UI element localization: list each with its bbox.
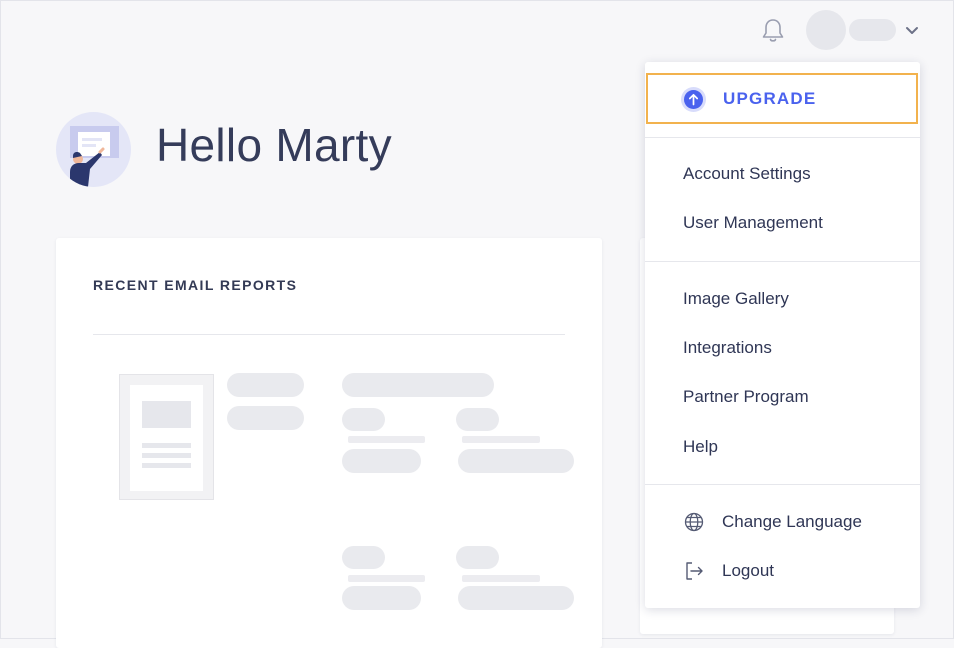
skeleton-bar — [342, 546, 385, 569]
menu-divider — [645, 137, 920, 138]
menu-item-user-management[interactable]: User Management — [683, 213, 823, 233]
arrow-up-circle-icon — [681, 87, 706, 112]
skeleton-bar — [458, 449, 574, 473]
menu-divider — [645, 261, 920, 262]
menu-divider — [645, 484, 920, 485]
skeleton-bar — [342, 449, 421, 473]
recent-email-reports-card: RECENT EMAIL REPORTS — [56, 238, 602, 648]
menu-item-integrations[interactable]: Integrations — [683, 338, 772, 358]
skeleton-bar — [456, 408, 499, 431]
skeleton-bar — [227, 406, 304, 430]
page-title: Hello Marty — [156, 119, 392, 171]
account-dropdown-menu: UPGRADE Account Settings User Management… — [645, 62, 920, 608]
menu-item-partner-program[interactable]: Partner Program — [683, 387, 809, 407]
skeleton-bar — [342, 408, 385, 431]
skeleton-line — [462, 436, 540, 443]
divider — [93, 334, 565, 335]
skeleton-bar — [227, 373, 304, 397]
skeleton-line — [348, 575, 425, 582]
skeleton-bar — [456, 546, 499, 569]
menu-item-change-language[interactable]: Change Language — [722, 512, 862, 532]
upgrade-label: UPGRADE — [723, 89, 817, 108]
user-name-placeholder[interactable] — [849, 19, 896, 41]
skeleton-bar — [342, 373, 494, 397]
skeleton-line — [348, 436, 425, 443]
report-thumbnail-placeholder — [119, 374, 214, 500]
menu-item-account-settings[interactable]: Account Settings — [683, 164, 811, 184]
menu-item-help[interactable]: Help — [683, 437, 718, 457]
card-title: RECENT EMAIL REPORTS — [93, 277, 298, 293]
skeleton-line — [462, 575, 540, 582]
upgrade-button[interactable]: UPGRADE — [646, 73, 918, 124]
menu-item-image-gallery[interactable]: Image Gallery — [683, 289, 789, 309]
greeting-illustration — [56, 112, 131, 187]
logout-icon — [683, 560, 705, 582]
bell-icon[interactable] — [760, 17, 786, 45]
chevron-down-icon[interactable] — [903, 24, 921, 38]
skeleton-bar — [458, 586, 574, 610]
avatar[interactable] — [806, 10, 846, 50]
globe-icon — [683, 511, 705, 533]
skeleton-bar — [342, 586, 421, 610]
menu-item-logout[interactable]: Logout — [722, 561, 774, 581]
